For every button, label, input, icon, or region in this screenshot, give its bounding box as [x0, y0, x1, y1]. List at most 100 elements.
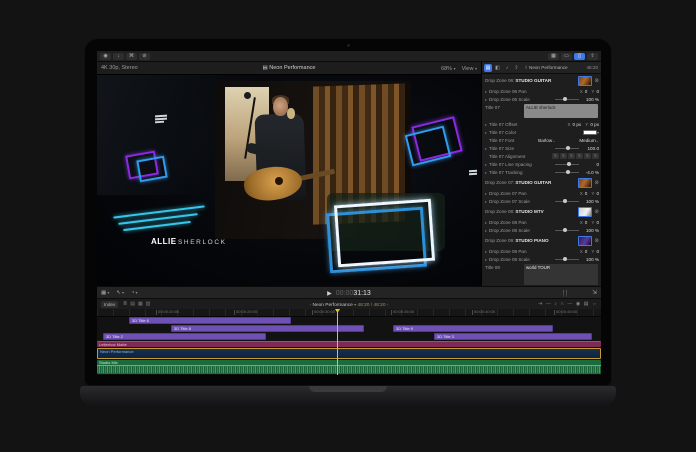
clear-dropzone-icon[interactable]: ⊗ — [594, 209, 599, 215]
slider-thumb[interactable] — [563, 228, 567, 232]
align-left-icon[interactable]: ≡ — [552, 153, 559, 159]
toolbar-left-group: ◉↓⌘⊘ — [100, 53, 150, 60]
slider-thumb[interactable] — [563, 257, 567, 261]
inspector-row-slider: ▸Title 07 Tracking-4.0 % — [482, 168, 601, 176]
clip-title[interactable]: 3D Title 6 — [129, 317, 291, 324]
y-value-field[interactable]: 0 — [596, 220, 599, 225]
y-value-field[interactable]: 0 — [596, 89, 599, 94]
clear-dropzone-icon[interactable]: ⊗ — [594, 238, 599, 244]
media-import-icon[interactable]: ◉ — [100, 53, 111, 60]
slider-track[interactable] — [555, 164, 579, 165]
share-icon[interactable]: ⇧ — [587, 53, 598, 60]
slider-thumb[interactable] — [567, 162, 571, 166]
slider-value-field[interactable]: 100.0 — [583, 146, 599, 151]
clip-matte[interactable]: Letterbox Matte — [97, 341, 601, 347]
video-canvas[interactable]: ALLIE SHERLOCK — [97, 75, 481, 286]
x-value-field[interactable]: 0 — [585, 191, 588, 196]
x-value-field[interactable]: 0 — [585, 89, 588, 94]
microphone — [244, 92, 251, 99]
slider-track[interactable] — [555, 259, 579, 260]
slider-value-field[interactable]: 0 — [583, 162, 599, 167]
align-center-icon[interactable]: ≡ — [560, 153, 567, 159]
audio-meters[interactable] — [563, 290, 568, 297]
justify-center-icon[interactable]: ≡ — [584, 153, 591, 159]
guitar-soundhole — [275, 177, 283, 185]
dropzone-thumbnail[interactable] — [578, 236, 592, 246]
color-inspector-icon[interactable]: ◧ — [494, 64, 502, 72]
browser-toggle-icon[interactable]: ▦ — [548, 53, 559, 60]
prev-project-icon[interactable]: ‹ — [310, 303, 312, 308]
slider-track[interactable] — [555, 148, 579, 149]
y-value-field[interactable]: 0 — [596, 191, 599, 196]
slider-track[interactable] — [555, 201, 579, 202]
param-label: Drop Zone 07 Pan — [489, 191, 527, 196]
clear-dropzone-icon[interactable]: ⊗ — [594, 78, 599, 84]
slider-track[interactable] — [555, 99, 579, 100]
title-text-field[interactable]: world TOUR — [524, 264, 598, 285]
color-swatch[interactable] — [583, 130, 597, 135]
chevron-down-icon: ⌄ — [596, 138, 599, 143]
share-inspector-icon[interactable]: ⇧ — [513, 64, 521, 72]
slider-thumb[interactable] — [563, 97, 567, 101]
viewer-pane: 4K 30p, Stereo ▤ Neon Performance 68% ▾ … — [97, 62, 481, 286]
slider-value-field[interactable]: 100 % — [583, 257, 599, 262]
font-weight-menu[interactable]: Medium — [579, 138, 595, 143]
slider-track[interactable] — [555, 230, 579, 231]
slider-value-field[interactable]: 100 % — [583, 97, 599, 102]
keyword-editor-icon[interactable]: ⌘ — [126, 53, 137, 60]
align-right-icon[interactable]: ≡ — [568, 153, 575, 159]
clip-title[interactable]: 3D Title 8 — [171, 325, 364, 332]
param-label: Drop Zone 06 Pan — [489, 89, 527, 94]
timeline-ruler[interactable]: 00:00:20:0000:00:25:0000:00:30:0000:00:3… — [97, 309, 601, 317]
timeline-toggle-icon[interactable]: ▭ — [561, 53, 572, 60]
justify-right-icon[interactable]: ≡ — [592, 153, 599, 159]
dropzone-media-name: STUDIO PIANO — [515, 238, 548, 243]
dropzone-thumbnail[interactable] — [578, 76, 592, 86]
param-label: Drop Zone 06: — [485, 78, 514, 83]
clip-title[interactable]: 3D Title 2 — [103, 333, 266, 340]
x-value-field[interactable]: 0 — [585, 249, 588, 254]
dropzone-thumbnail[interactable] — [578, 178, 592, 188]
clip-video[interactable]: Neon Performance — [97, 348, 601, 359]
slider-value-field[interactable]: -4.0 % — [583, 170, 599, 175]
slider-value-field[interactable]: 100 % — [583, 199, 599, 204]
param-label: Title 07 Line Spacing — [489, 162, 532, 167]
ruler-tick: 00:00:25:00 — [236, 309, 257, 314]
slider-value-field[interactable]: 100 % — [583, 228, 599, 233]
slider-thumb[interactable] — [566, 146, 570, 150]
video-inspector-icon[interactable]: ▤ — [484, 64, 492, 72]
playhead[interactable] — [337, 309, 338, 375]
chevron-down-icon: ⌄ — [552, 138, 555, 143]
param-label: Title 07 Color — [489, 130, 516, 135]
x-value-field[interactable]: 0 px — [573, 122, 582, 127]
y-value-field[interactable]: 0 px — [590, 122, 599, 127]
y-value-field[interactable]: 0 — [596, 249, 599, 254]
slider-thumb[interactable] — [563, 199, 567, 203]
audio-inspector-icon[interactable]: ♪ — [503, 64, 511, 72]
axis-label: X — [580, 220, 583, 225]
param-label: Title 07 Size — [489, 146, 514, 151]
clip-title[interactable]: 3D Title 3 — [434, 333, 592, 340]
inspector-row-textbox: Title 07ALLIE sherlock — [482, 103, 601, 120]
play-button[interactable]: ▶ — [327, 291, 332, 297]
justify-left-icon[interactable]: ≡ — [576, 153, 583, 159]
view-menu[interactable]: View ▾ — [462, 62, 477, 76]
background-tasks-icon[interactable]: ⊘ — [139, 53, 150, 60]
zoom-menu[interactable]: 68% ▾ — [441, 62, 456, 76]
x-value-field[interactable]: 0 — [585, 220, 588, 225]
clear-dropzone-icon[interactable]: ⊗ — [594, 180, 599, 186]
clip-title[interactable]: 3D Title 9 — [393, 325, 553, 332]
font-family-menu[interactable]: Barlow — [538, 138, 552, 143]
timeline-track-row: Studio Mix — [97, 360, 601, 374]
title-text-field[interactable]: ALLIE sherlock — [524, 104, 598, 118]
ruler-tick: 00:00:40:00 — [474, 309, 495, 314]
inspector-row-color: ▸Title 07 Color▾ — [482, 128, 601, 136]
camera-dot — [347, 44, 350, 47]
next-project-icon[interactable]: › — [387, 303, 389, 308]
inspector-toggle-icon[interactable]: ▯ — [574, 53, 585, 60]
slider-track[interactable] — [555, 172, 579, 173]
clip-audio[interactable]: Studio Mix — [97, 360, 601, 374]
download-icon[interactable]: ↓ — [113, 53, 124, 60]
dropzone-thumbnail[interactable] — [578, 207, 592, 217]
slider-thumb[interactable] — [566, 170, 570, 174]
